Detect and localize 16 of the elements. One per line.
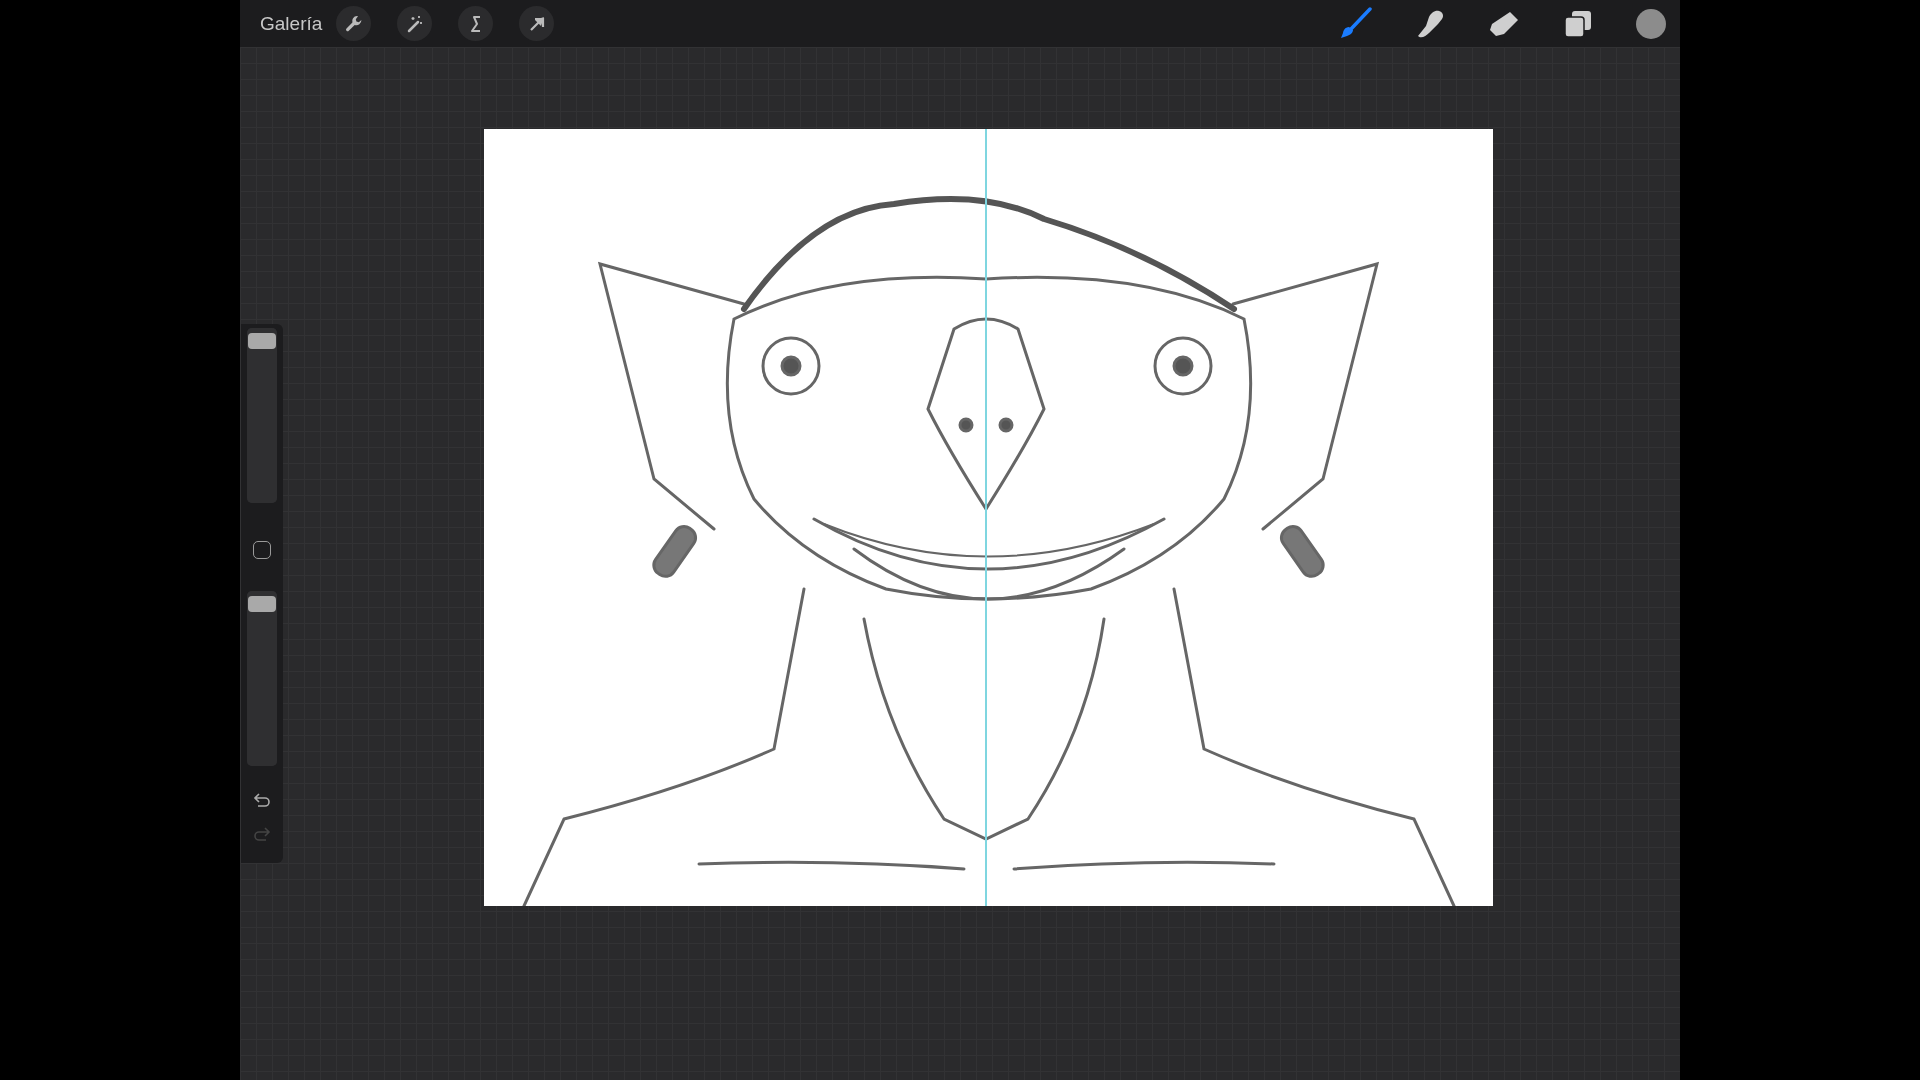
actions-button[interactable] bbox=[336, 6, 372, 41]
eraser-icon bbox=[1488, 9, 1520, 38]
opacity-slider[interactable] bbox=[247, 591, 277, 766]
brush-icon bbox=[1339, 6, 1373, 41]
layers-icon bbox=[1564, 9, 1592, 38]
wrench-icon bbox=[344, 14, 363, 33]
modify-button[interactable] bbox=[253, 541, 271, 559]
selection-button[interactable] bbox=[458, 6, 494, 41]
adjustments-button[interactable] bbox=[397, 6, 433, 41]
color-swatch[interactable] bbox=[1636, 8, 1666, 39]
arrow-icon bbox=[528, 15, 545, 32]
undo-button[interactable] bbox=[253, 792, 271, 808]
brush-size-slider[interactable] bbox=[247, 328, 277, 503]
transform-button[interactable] bbox=[519, 6, 555, 41]
gallery-link[interactable]: Galería bbox=[260, 12, 323, 35]
magic-wand-icon bbox=[405, 14, 424, 33]
